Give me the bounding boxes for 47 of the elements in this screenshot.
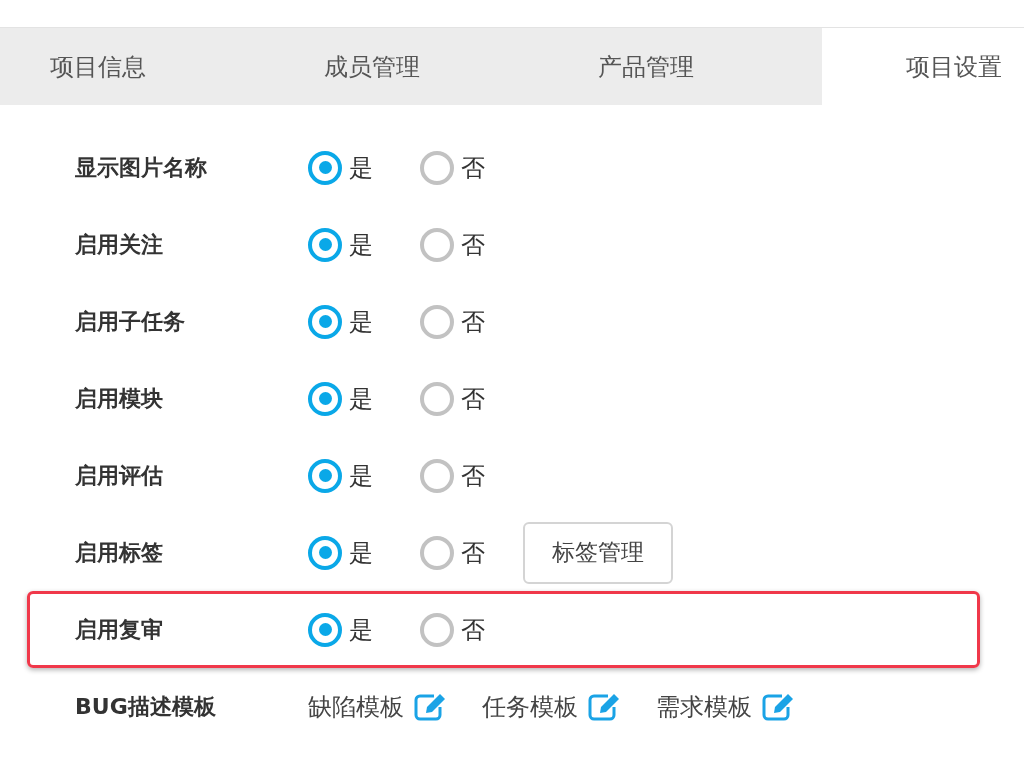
setting-label: 启用复审 — [75, 615, 164, 644]
edit-icon[interactable] — [414, 692, 446, 721]
radio-button[interactable] — [308, 304, 342, 339]
option-label: 是 — [349, 614, 373, 646]
radio-button[interactable] — [308, 381, 342, 416]
option-label: 是 — [349, 229, 373, 261]
edit-icon[interactable] — [588, 692, 620, 721]
option-label: 否 — [461, 383, 485, 415]
radio-button[interactable] — [420, 458, 454, 493]
radio-button[interactable] — [308, 458, 342, 493]
option-label: 否 — [461, 614, 485, 646]
radio-button[interactable] — [308, 612, 342, 647]
option-label: 是 — [349, 537, 373, 569]
radio-button[interactable] — [420, 381, 454, 416]
setting-label: 启用子任务 — [75, 307, 186, 336]
setting-label: 启用模块 — [75, 384, 164, 413]
radio-button[interactable] — [308, 227, 342, 262]
radio-button[interactable] — [420, 150, 454, 185]
radio-button[interactable] — [420, 612, 454, 647]
setting-label: 显示图片名称 — [75, 153, 208, 182]
radio-button[interactable] — [308, 535, 342, 570]
option-label: 否 — [461, 152, 485, 184]
option-label: 否 — [461, 537, 485, 569]
option-label: 是 — [349, 383, 373, 415]
setting-label: 启用关注 — [75, 230, 164, 259]
option-label: 否 — [461, 229, 485, 261]
tab[interactable]: 项目信息 — [0, 28, 274, 105]
template-link[interactable]: 缺陷模板 — [308, 690, 404, 723]
option-label: 是 — [349, 152, 373, 184]
tab[interactable]: 项目设置 — [822, 28, 1024, 105]
radio-button[interactable] — [420, 304, 454, 339]
template-link[interactable]: 任务模板 — [482, 690, 578, 723]
option-label: 否 — [461, 306, 485, 338]
tag-manage-button[interactable]: 标签管理 — [523, 521, 673, 584]
setting-label: BUG描述模板 — [75, 692, 217, 721]
radio-button[interactable] — [308, 150, 342, 185]
edit-icon[interactable] — [762, 692, 794, 721]
option-label: 是 — [349, 306, 373, 338]
radio-button[interactable] — [420, 535, 454, 570]
tab[interactable]: 成员管理 — [274, 28, 548, 105]
setting-label: 启用评估 — [75, 461, 164, 490]
setting-label: 启用标签 — [75, 538, 164, 567]
template-link[interactable]: 需求模板 — [656, 690, 752, 723]
radio-button[interactable] — [420, 227, 454, 262]
option-label: 是 — [349, 460, 373, 492]
option-label: 否 — [461, 460, 485, 492]
tab[interactable]: 产品管理 — [548, 28, 822, 105]
